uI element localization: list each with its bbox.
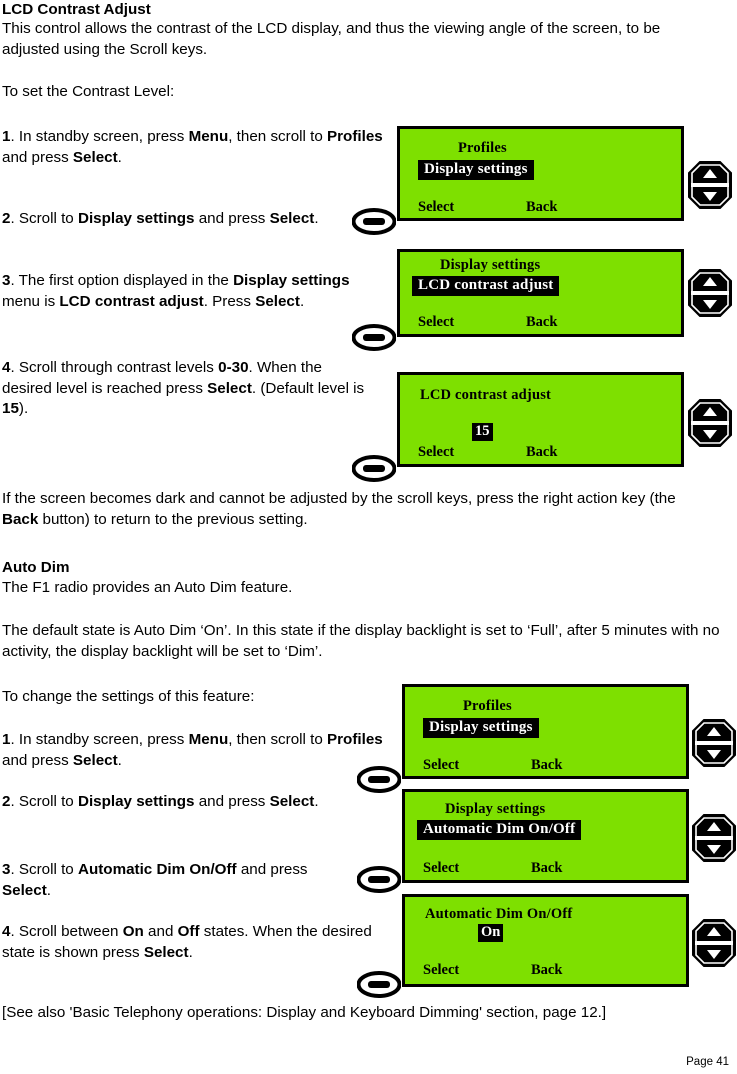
- lcd-softkey-left: Select: [423, 860, 460, 876]
- step-text: . The first option displayed in the Disp…: [2, 272, 350, 310]
- lcd-value: 15: [472, 423, 493, 441]
- scroll-key-icon[interactable]: [691, 718, 737, 768]
- lcd-screen-profiles-1: Profiles Display settings Select Back: [397, 126, 684, 221]
- lcd-title: Automatic Dim On/Off: [425, 906, 573, 922]
- lcd-highlight-item: Display settings: [418, 160, 534, 180]
- auto-dim-intro: The F1 radio provides an Auto Dim featur…: [2, 579, 293, 596]
- back-button-emphasis: Back: [2, 510, 39, 528]
- select-key-icon[interactable]: [352, 324, 396, 351]
- scroll-key-icon[interactable]: [687, 398, 733, 448]
- page-title: LCD Contrast Adjust: [2, 1, 151, 18]
- note-text-a: If the screen becomes dark and cannot be…: [2, 490, 676, 507]
- lcd-title: Display settings: [440, 257, 541, 273]
- step-text: . In standby screen, press Menu, then sc…: [2, 731, 383, 769]
- lcd-screen-profiles-2: Profiles Display settings Select Back: [402, 684, 689, 779]
- contrast-lead-in: To set the Contrast Level:: [2, 83, 175, 100]
- lcd-softkey-left: Select: [418, 199, 455, 215]
- lcd-highlight-item: Automatic Dim On/Off: [417, 820, 582, 840]
- scroll-key-icon[interactable]: [687, 268, 733, 318]
- step-text: . Scroll to Display settings and press S…: [10, 793, 319, 810]
- lcd-title: Display settings: [445, 801, 546, 817]
- scroll-key-icon[interactable]: [687, 160, 733, 210]
- scroll-key-icon[interactable]: [691, 918, 737, 968]
- step-text: . Scroll between On and Off states. When…: [2, 923, 372, 961]
- auto-dim-default-state: The default state is Auto Dim ‘On’. In t…: [2, 622, 720, 660]
- select-key-icon[interactable]: [357, 766, 401, 793]
- select-key-icon[interactable]: [357, 866, 401, 893]
- select-key-icon[interactable]: [357, 971, 401, 998]
- lcd-softkey-right: Back: [526, 314, 558, 330]
- lcd-title: Profiles: [463, 698, 512, 714]
- auto-dim-step-4: 4. Scroll between On and Off states. Whe…: [2, 922, 380, 963]
- select-key-icon[interactable]: [352, 455, 396, 482]
- auto-dim-lead-in: To change the settings of this feature:: [2, 688, 255, 705]
- lcd-softkey-right: Back: [526, 199, 558, 215]
- manual-page: LCD Contrast Adjust This control allows …: [0, 0, 737, 1074]
- auto-dim-step-3: 3. Scroll to Automatic Dim On/Off and pr…: [2, 860, 332, 901]
- step-text: . Scroll to Display settings and press S…: [10, 210, 319, 227]
- lcd-screen-display-settings-contrast: Display settings LCD contrast adjust Sel…: [397, 249, 684, 337]
- auto-dim-step-2: 2. Scroll to Display settings and press …: [2, 792, 342, 813]
- step-text: . Scroll through contrast levels 0-30. W…: [2, 359, 365, 417]
- note-text-b: button) to return to the previous settin…: [38, 510, 308, 528]
- lcd-screen-autodim-value: Automatic Dim On/Off On Select Back: [402, 894, 689, 987]
- lcd-softkey-left: Select: [418, 314, 455, 330]
- lcd-softkey-left: Select: [423, 757, 460, 773]
- auto-dim-step-1: 1. In standby screen, press Menu, then s…: [2, 730, 384, 771]
- contrast-step-1: 1. In standby screen, press Menu, then s…: [2, 127, 384, 168]
- see-also-note: [See also 'Basic Telephony operations: D…: [2, 1004, 607, 1021]
- step-text: . Scroll to Automatic Dim On/Off and pre…: [2, 861, 308, 899]
- lcd-softkey-left: Select: [423, 962, 460, 978]
- select-key-icon[interactable]: [352, 208, 396, 235]
- contrast-step-3: 3. The first option displayed in the Dis…: [2, 271, 370, 312]
- dark-screen-note: If the screen becomes dark and cannot be…: [2, 489, 712, 530]
- lcd-highlight-item: Display settings: [423, 718, 539, 738]
- auto-dim-heading: Auto Dim: [2, 559, 70, 576]
- lcd-softkey-right: Back: [526, 444, 558, 460]
- intro-paragraph: This control allows the contrast of the …: [2, 20, 661, 58]
- lcd-softkey-right: Back: [531, 860, 563, 876]
- contrast-step-4: 4. Scroll through contrast levels 0-30. …: [2, 358, 374, 420]
- lcd-screen-display-settings-autodim: Display settings Automatic Dim On/Off Se…: [402, 789, 689, 883]
- scroll-key-icon[interactable]: [691, 813, 737, 863]
- page-number: Page 41: [686, 1056, 729, 1068]
- lcd-softkey-right: Back: [531, 962, 563, 978]
- lcd-title: Profiles: [458, 140, 507, 156]
- lcd-value: On: [478, 924, 504, 942]
- lcd-title: LCD contrast adjust: [420, 387, 552, 403]
- lcd-screen-contrast-value: LCD contrast adjust 15 Select Back: [397, 372, 684, 467]
- lcd-highlight-item: LCD contrast adjust: [412, 276, 560, 296]
- contrast-step-2: 2. Scroll to Display settings and press …: [2, 209, 342, 230]
- step-text: . In standby screen, press Menu, then sc…: [2, 128, 383, 166]
- lcd-softkey-right: Back: [531, 757, 563, 773]
- lcd-softkey-left: Select: [418, 444, 455, 460]
